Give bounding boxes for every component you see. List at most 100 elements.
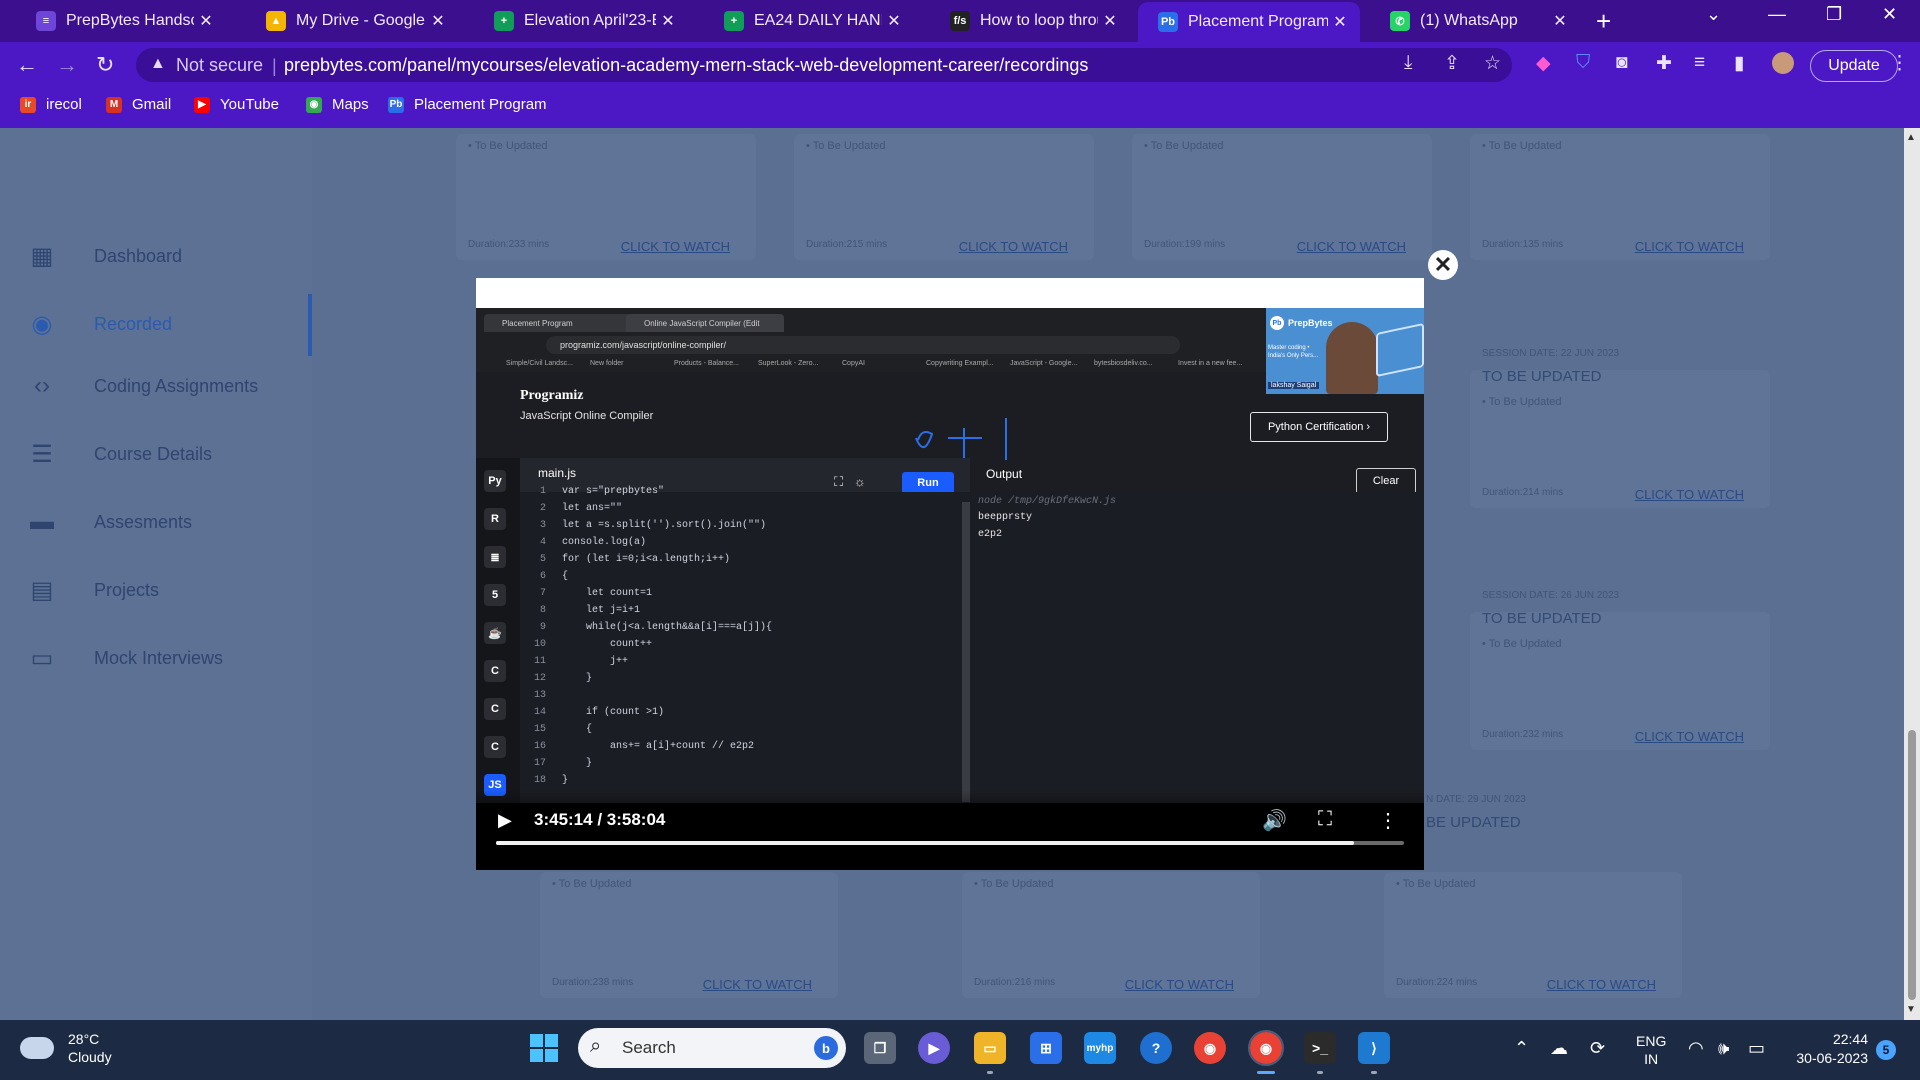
language-indicator[interactable]: ENG IN	[1636, 1032, 1666, 1068]
sidebar-item-coding-assignments[interactable]: ‹› Coding Assignments	[28, 372, 258, 400]
url-text[interactable]: prepbytes.com/panel/mycourses/elevation-…	[284, 55, 1088, 76]
new-tab-icon[interactable]: +	[1596, 6, 1611, 37]
more-options-icon[interactable]: ⋮	[1378, 808, 1398, 833]
wifi-icon[interactable]: ◠	[1688, 1038, 1704, 1059]
fullscreen-icon[interactable]: ⛶	[1318, 808, 1332, 831]
click-to-watch-link[interactable]: CLICK TO WATCH	[621, 239, 730, 254]
sidebar-item-dashboard[interactable]: ▦ Dashboard	[28, 242, 182, 270]
sidebar-item-assesments[interactable]: ▬ Assesments	[28, 508, 192, 536]
browser-menu-icon[interactable]: ⋮	[1890, 52, 1909, 75]
onedrive-icon[interactable]: ☁	[1550, 1038, 1568, 1059]
weather-widget[interactable]: 28°C Cloudy	[20, 1030, 112, 1066]
bookmark-item[interactable]: M Gmail	[106, 96, 171, 113]
shield-extension-icon[interactable]: ⛉	[1576, 52, 1590, 74]
reload-icon[interactable]: ↻	[96, 52, 114, 78]
bookmark-item[interactable]: ◉ Maps	[306, 96, 369, 113]
terminal-icon[interactable]: >_	[1304, 1032, 1336, 1064]
scroll-up-icon[interactable]: ▲	[1906, 132, 1916, 143]
volume-icon[interactable]: 🔊	[1262, 808, 1287, 833]
tab-close-icon[interactable]: ✕	[1548, 11, 1572, 31]
c-icon: C	[484, 660, 506, 682]
scroll-down-icon[interactable]: ▼	[1906, 1004, 1916, 1015]
chrome-icon[interactable]: ◉	[1194, 1032, 1226, 1064]
omnibox[interactable]: ▲ Not secure | prepbytes.com/panel/mycou…	[136, 48, 1512, 82]
update-button[interactable]: Update	[1810, 50, 1898, 82]
task-view-icon[interactable]: ❐	[864, 1032, 896, 1064]
browser-tab[interactable]: + EA24 DAILY HANDSO✕	[704, 4, 914, 38]
share-icon[interactable]: ⇪	[1444, 52, 1460, 75]
page-scrollbar-thumb[interactable]	[1908, 730, 1916, 1000]
speaker-icon[interactable]: 🕪	[1718, 1038, 1729, 1059]
profile-avatar[interactable]	[1772, 52, 1794, 74]
browser-tab[interactable]: Pb Placement Program ✕	[1138, 2, 1360, 42]
tab-close-icon[interactable]: ✕	[1098, 11, 1122, 31]
click-to-watch-link[interactable]: CLICK TO WATCH	[959, 239, 1068, 254]
click-to-watch-link[interactable]: CLICK TO WATCH	[1547, 977, 1656, 992]
card-duration: Duration:215 mins	[806, 239, 888, 250]
play-icon[interactable]: ▶	[498, 810, 512, 831]
taskbar-search[interactable]: ⌕ Search b	[578, 1028, 846, 1068]
chevron-up-icon[interactable]: ⌃	[1514, 1038, 1529, 1059]
side-panel-icon[interactable]: ▮	[1734, 52, 1744, 75]
sidebar-item-course-details[interactable]: ☰ Course Details	[28, 440, 212, 468]
browser-tab[interactable]: + Elevation April'23-EA2✕	[474, 4, 688, 38]
system-clock[interactable]: 22:44 30-06-2023	[1788, 1030, 1868, 1068]
bookmark-item[interactable]: ir irecol	[20, 96, 82, 113]
battery-icon[interactable]: ▭	[1748, 1038, 1765, 1059]
code-line: 16 ans+= a[i]+count // e2p2	[520, 741, 994, 758]
click-to-watch-link[interactable]: CLICK TO WATCH	[1125, 977, 1234, 992]
sidebar-item-projects[interactable]: ▤ Projects	[28, 576, 159, 604]
browser-tab[interactable]: f/s How to loop through✕	[930, 4, 1130, 38]
warning-icon[interactable]: ▲	[150, 55, 166, 73]
sync-icon[interactable]: ⟳	[1590, 1038, 1605, 1059]
click-to-watch-link[interactable]: CLICK TO WATCH	[1635, 487, 1744, 502]
extensions-puzzle-icon[interactable]: ✚	[1656, 52, 1672, 75]
video-progress-bar[interactable]	[496, 841, 1404, 845]
security-label[interactable]: Not secure	[176, 55, 263, 76]
sidebar-item-recorded[interactable]: ◉ Recorded	[28, 310, 173, 338]
notification-badge[interactable]: 5	[1876, 1040, 1896, 1060]
help-icon[interactable]: ?	[1140, 1032, 1172, 1064]
video-top-strip	[476, 278, 1424, 308]
recording-card: • To Be Updated Duration:216 mins CLICK …	[962, 872, 1260, 998]
window-close-icon[interactable]: ✕	[1882, 4, 1897, 25]
browser-tab[interactable]: ≡ PrepBytes Handson S✕	[16, 4, 226, 38]
restore-icon[interactable]: ❐	[1826, 4, 1842, 25]
browser-tab[interactable]: ▲ My Drive - Google Dr✕	[246, 4, 458, 38]
video-player[interactable]: Placement Program Online JavaScript Comp…	[476, 278, 1424, 870]
microsoft-store-icon[interactable]: ⊞	[1030, 1032, 1062, 1064]
tab-close-icon[interactable]: ✕	[1328, 12, 1352, 32]
close-video-button[interactable]: ✕	[1428, 250, 1458, 280]
vscode-icon[interactable]: ⟩	[1358, 1032, 1390, 1064]
click-to-watch-link[interactable]: CLICK TO WATCH	[1635, 239, 1744, 254]
chrome-profile-icon[interactable]: ◉	[1248, 1030, 1284, 1066]
file-explorer-icon[interactable]: ▭	[974, 1032, 1006, 1064]
line-number: 16	[533, 741, 546, 752]
card-title: TO BE UPDATED	[1482, 610, 1602, 627]
tab-search-icon[interactable]: ⌄	[1706, 4, 1721, 25]
color-extension-icon[interactable]: ◆	[1536, 52, 1551, 75]
tab-close-icon[interactable]: ✕	[426, 11, 450, 31]
tab-close-icon[interactable]: ✕	[194, 11, 218, 31]
minimize-icon[interactable]: —	[1768, 4, 1786, 25]
media-queue-icon[interactable]: ≡	[1694, 52, 1705, 74]
click-to-watch-link[interactable]: CLICK TO WATCH	[1297, 239, 1406, 254]
presenter-tagline: Master coding • India's Only Pers...	[1268, 345, 1319, 359]
browser-tab[interactable]: ✆ (1) WhatsApp ✕	[1370, 4, 1580, 38]
forward-icon[interactable]: →	[56, 52, 78, 78]
sidebar-item-mock-interviews[interactable]: ▭ Mock Interviews	[28, 644, 223, 672]
click-to-watch-link[interactable]: CLICK TO WATCH	[1635, 729, 1744, 744]
bookmark-item[interactable]: ▶ YouTube	[194, 96, 279, 113]
back-icon[interactable]: ←	[16, 52, 38, 78]
start-button[interactable]	[528, 1032, 560, 1064]
click-to-watch-link[interactable]: CLICK TO WATCH	[703, 977, 812, 992]
sidebar-item-label: Recorded	[94, 313, 173, 334]
install-icon[interactable]: ⤓	[1404, 52, 1412, 74]
tab-close-icon[interactable]: ✕	[882, 11, 906, 31]
bookmark-item[interactable]: Pb Placement Program	[388, 96, 547, 113]
camera-extension-icon[interactable]: ◙	[1616, 52, 1627, 74]
tab-close-icon[interactable]: ✕	[656, 11, 680, 31]
teams-chat-icon[interactable]: ▶	[918, 1032, 950, 1064]
bookmark-star-icon[interactable]: ☆	[1484, 52, 1501, 75]
myhp-icon[interactable]: myhp	[1084, 1032, 1116, 1064]
